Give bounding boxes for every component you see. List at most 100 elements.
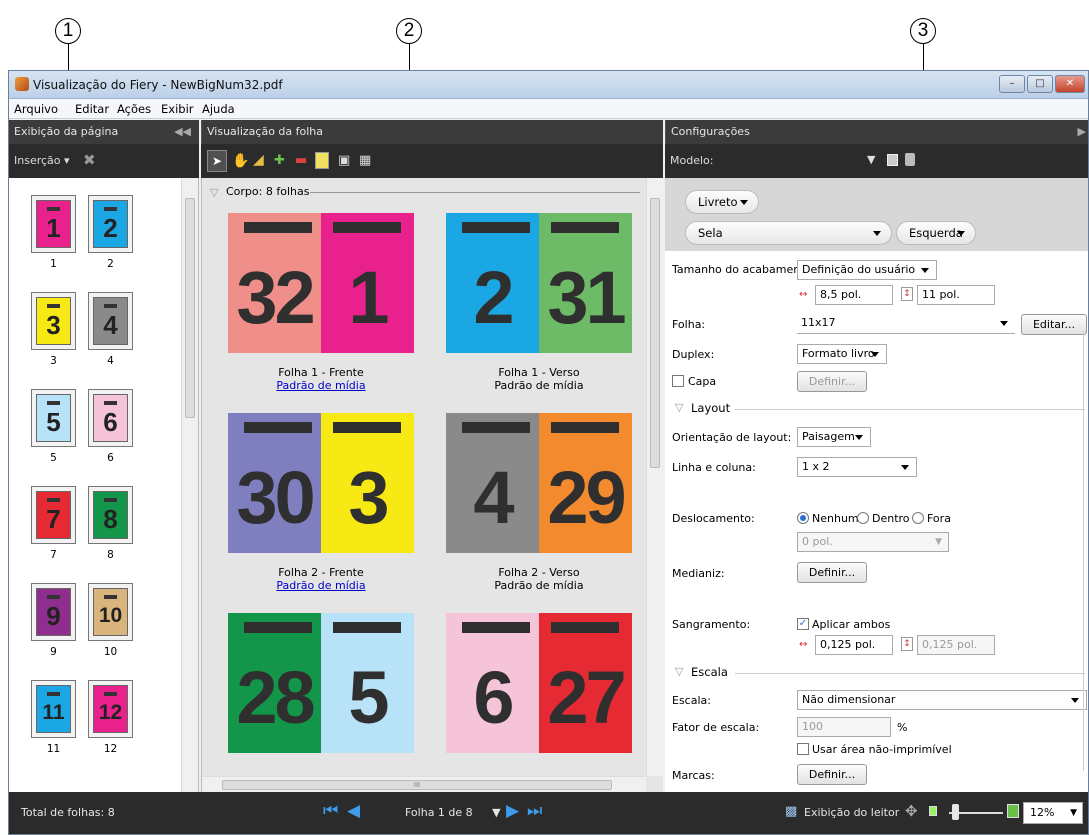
nonprint-checkbox[interactable] (797, 743, 809, 755)
sheet-page-right: 27 (539, 613, 632, 753)
reader-view-label[interactable]: Exibição do leitor (804, 806, 899, 819)
page-thumbnail[interactable]: 4 (88, 292, 133, 350)
sheet-scroll-thumb[interactable] (650, 198, 660, 468)
page-thumbnail-number: 7 (46, 504, 61, 534)
duplex-value: Formato livro (802, 347, 875, 360)
sheet-preview[interactable]: 2 31 (446, 213, 632, 353)
add-page-icon[interactable]: ✚ (274, 153, 285, 168)
menu-acoes[interactable]: Ações (117, 102, 151, 116)
menu-exibir[interactable]: Exibir (161, 102, 194, 116)
sheet-preview[interactable]: 4 29 (446, 413, 632, 553)
remove-page-icon[interactable]: ▬ (295, 153, 307, 168)
page-settings-icon[interactable] (315, 152, 329, 169)
sheet-select[interactable]: 11x17 (797, 314, 1015, 334)
reader-view-icon[interactable]: ▩ (785, 804, 797, 819)
fit-view-icon[interactable]: ✥ (905, 802, 918, 820)
edit-sheet-button[interactable]: Editar... (1021, 314, 1087, 335)
width-field[interactable]: 8,5 pol. (815, 285, 893, 305)
ruler-tool-icon[interactable]: ◢ (253, 152, 264, 168)
scale-section-title: Escala (691, 665, 728, 679)
model-dropdown-arrow[interactable]: ▼ (867, 153, 875, 166)
cover-checkbox[interactable] (672, 375, 684, 387)
scale-select[interactable]: Não dimensionar (797, 690, 1087, 710)
binding-dropdown[interactable]: Sela (685, 221, 892, 245)
page-thumbnail[interactable]: 9 (31, 583, 76, 641)
zoom-in-icon[interactable] (1007, 804, 1019, 818)
menu-editar[interactable]: Editar (75, 102, 109, 116)
prev-sheet-button[interactable]: ◀ (347, 801, 360, 821)
sheet-preview[interactable]: 6 27 (446, 613, 632, 758)
sheet-preview[interactable]: 30 3 (228, 413, 414, 553)
insert-dropdown[interactable]: Inserção ▾ (14, 154, 70, 167)
minimize-button[interactable]: – (999, 75, 1025, 93)
settings-header: Configurações ▶ (665, 120, 1088, 144)
settings-scrollbar[interactable] (1083, 331, 1088, 771)
body-expand-icon[interactable]: ▽ (210, 186, 218, 199)
factor-field[interactable]: 100 (797, 717, 891, 737)
zoom-out-icon[interactable] (929, 806, 937, 816)
media-default-link[interactable]: Padrão de mídia (276, 579, 365, 592)
sheet-nav-select[interactable]: Folha 1 de 8 ▼ (405, 806, 501, 819)
page-thumbnail[interactable]: 11 (31, 680, 76, 738)
menu-ajuda[interactable]: Ajuda (202, 102, 235, 116)
save-model-icon[interactable] (887, 154, 898, 166)
pointer-tool-icon[interactable]: ➤ (207, 150, 227, 172)
maximize-button[interactable]: □ (1027, 75, 1053, 93)
apply-both-checkbox[interactable]: ✓ (797, 618, 809, 630)
menu-arquivo[interactable]: Arquivo (14, 102, 58, 116)
first-sheet-button[interactable]: ⏮ (323, 801, 338, 821)
page-thumbnail[interactable]: 8 (88, 486, 133, 544)
page-thumbnail[interactable]: 5 (31, 389, 76, 447)
rowcol-select[interactable]: 1 x 2 (797, 457, 917, 477)
layout-expand-icon[interactable]: ▽ (675, 401, 683, 414)
page-thumbnail[interactable]: 7 (31, 486, 76, 544)
cover-define-button[interactable]: Definir... (797, 371, 867, 392)
height-field[interactable]: 11 pol. (917, 285, 995, 305)
page-thumbnail[interactable]: 12 (88, 680, 133, 738)
thumbnail-scrollbar[interactable] (181, 178, 198, 794)
page-thumbnail[interactable]: 3 (31, 292, 76, 350)
duplex-select[interactable]: Formato livro (797, 344, 887, 364)
sheet-hscrollbar[interactable]: III (202, 776, 646, 793)
bleed-width-field[interactable]: 0,125 pol. (815, 635, 893, 655)
bleed-width-icon: ↔ (799, 639, 808, 650)
page-thumbnail[interactable]: 1 (31, 195, 76, 253)
shift-none-radio[interactable] (797, 512, 809, 524)
media-default-link[interactable]: Padrão de mídia (276, 379, 365, 392)
scale-expand-icon[interactable]: ▽ (675, 665, 683, 678)
sheet-nav-arrow-icon: ▼ (492, 806, 501, 819)
zoom-slider-handle[interactable] (952, 804, 959, 820)
collapse-left-icon[interactable]: ◀◀ (174, 120, 191, 144)
page-thumbnail[interactable]: 2 (88, 195, 133, 253)
gutter-define-button[interactable]: Definir... (797, 562, 867, 583)
shift-outside-radio[interactable] (912, 512, 924, 524)
delete-icon[interactable]: ✖ (83, 151, 96, 169)
finish-size-select[interactable]: Definição do usuário (797, 260, 937, 280)
sheet-scrollbar[interactable] (646, 178, 663, 776)
marks-define-button[interactable]: Definir... (797, 764, 867, 785)
bleed-height-field[interactable]: 0,125 pol. (917, 635, 995, 655)
layout-icon-b[interactable]: ▦ (359, 153, 371, 168)
collapse-right-icon[interactable]: ▶ (1078, 120, 1086, 144)
zoom-select[interactable]: 12% ▼ (1023, 802, 1083, 824)
page-thumbnail[interactable]: 6 (88, 389, 133, 447)
orientation-select[interactable]: Paisagem (797, 427, 871, 447)
close-button[interactable]: ✕ (1055, 75, 1085, 93)
page-thumbnail[interactable]: 10 (88, 583, 133, 641)
booklet-dropdown[interactable]: Livreto (685, 190, 759, 214)
next-sheet-button[interactable]: ▶ (506, 801, 519, 821)
layout-icon-a[interactable]: ▣ (338, 153, 350, 168)
shift-amount-select[interactable]: 0 pol. ▼ (797, 532, 949, 552)
sheet-preview[interactable]: 28 5 (228, 613, 414, 758)
sheet-page-bar (244, 622, 312, 633)
hand-tool-icon[interactable]: ✋ (232, 153, 249, 169)
delete-model-icon[interactable] (905, 153, 915, 166)
sheet-preview[interactable]: 32 1 (228, 213, 414, 353)
binding-value: Sela (698, 226, 723, 240)
thumbnail-scroll-thumb[interactable] (185, 198, 195, 418)
shift-inside-radio[interactable] (857, 512, 869, 524)
side-dropdown[interactable]: Esquerda (896, 221, 976, 245)
sheet-hscroll-thumb[interactable]: III (222, 780, 612, 790)
sheet-page-left: 28 (228, 613, 321, 753)
last-sheet-button[interactable]: ⏭ (527, 801, 542, 821)
